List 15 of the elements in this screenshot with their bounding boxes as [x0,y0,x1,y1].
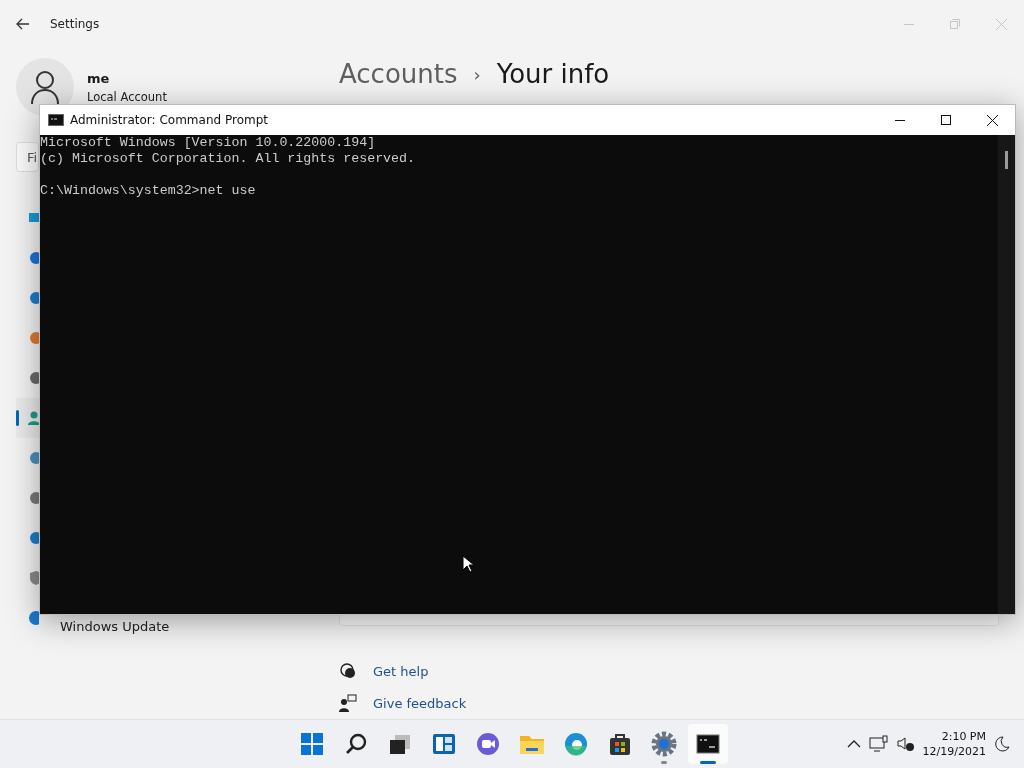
page-title: Your info [496,59,610,89]
help-link[interactable]: Get help [373,663,429,679]
help-link[interactable]: Give feedback [373,695,467,711]
window-title: Administrator: Command Prompt [70,113,268,127]
breadcrumb-parent[interactable]: Accounts [339,59,458,89]
account-type: Local Account [87,89,167,104]
console-line: (c) Microsoft Corporation. All rights reserved. [40,151,417,167]
search-field[interactable]: Fi [16,142,39,172]
user-name: me [87,70,111,86]
clock[interactable]: 2:10 PM 12/19/2021 [922,729,986,759]
console-line: Microsoft Windows [Version 10.0.22000.194] [40,135,377,151]
console-line: C:\Windows\system32>net use [40,182,257,199]
window-title: Settings [50,17,100,31]
sidebar-label[interactable]: Windows Update [60,619,170,634]
breadcrumb-separator: › [473,63,481,85]
